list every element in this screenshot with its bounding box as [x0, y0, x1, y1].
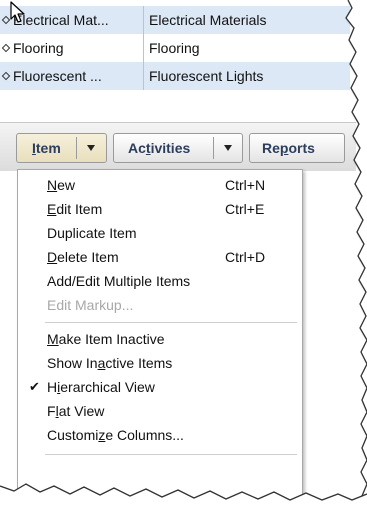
items-list: Electrical Mat... Electrical Materials F…: [0, 0, 350, 118]
chevron-down-icon: [87, 145, 95, 151]
menu-separator: [45, 322, 297, 323]
item-bullet-icon: [1, 44, 11, 53]
menu-item-hierarchical-view[interactable]: ✔ Hierarchical View: [18, 375, 302, 399]
menu-item-customize-columns[interactable]: Customize Columns...: [18, 423, 302, 447]
list-item[interactable]: Fluorescent ... Fluorescent Lights: [0, 62, 350, 90]
menu-item-flat-view[interactable]: Flat View: [18, 399, 302, 423]
item-description-cell: Electrical Materials: [149, 12, 267, 28]
menu-item-make-item-inactive[interactable]: Make Item Inactive: [18, 327, 302, 351]
list-item[interactable]: Flooring Flooring: [0, 34, 350, 62]
checkmark-icon: ✔: [29, 379, 40, 394]
menu-item-new[interactable]: New Ctrl+N: [18, 173, 302, 197]
list-toolbar: Item Activities Reports: [0, 122, 356, 171]
menu-item-add-edit-multiple[interactable]: Add/Edit Multiple Items: [18, 269, 302, 293]
menu-item-delete-item[interactable]: Delete Item Ctrl+D: [18, 245, 302, 269]
reports-menu-button[interactable]: Reports: [249, 133, 345, 163]
shortcut-label: Ctrl+E: [225, 201, 265, 217]
item-name-cell: Fluorescent ...: [0, 62, 144, 90]
list-item[interactable]: Electrical Mat... Electrical Materials: [0, 6, 350, 34]
item-bullet-icon: [1, 72, 11, 81]
item-description-cell: Flooring: [149, 40, 200, 56]
activities-menu-button[interactable]: Activities: [113, 133, 243, 163]
shortcut-label: Ctrl+N: [225, 177, 266, 193]
menu-item-edit-markup: Edit Markup...: [47, 297, 134, 313]
mouse-pointer-icon: [10, 1, 25, 23]
item-menu-button[interactable]: Item: [16, 133, 107, 163]
menu-item-show-inactive-items[interactable]: Show Inactive Items: [18, 351, 302, 375]
menu-item-edit-item[interactable]: Edit Item Ctrl+E: [18, 197, 302, 221]
item-bullet-icon: [1, 16, 11, 25]
item-name-cell: Flooring: [0, 34, 144, 62]
menu-separator: [45, 454, 297, 455]
menu-item-duplicate-item[interactable]: Duplicate Item: [18, 221, 302, 245]
chevron-down-icon: [224, 145, 232, 151]
item-description-cell: Fluorescent Lights: [149, 68, 264, 84]
item-dropdown-menu: New Ctrl+N Edit Item Ctrl+E Duplicate It…: [17, 169, 303, 501]
shortcut-label: Ctrl+D: [225, 249, 266, 265]
